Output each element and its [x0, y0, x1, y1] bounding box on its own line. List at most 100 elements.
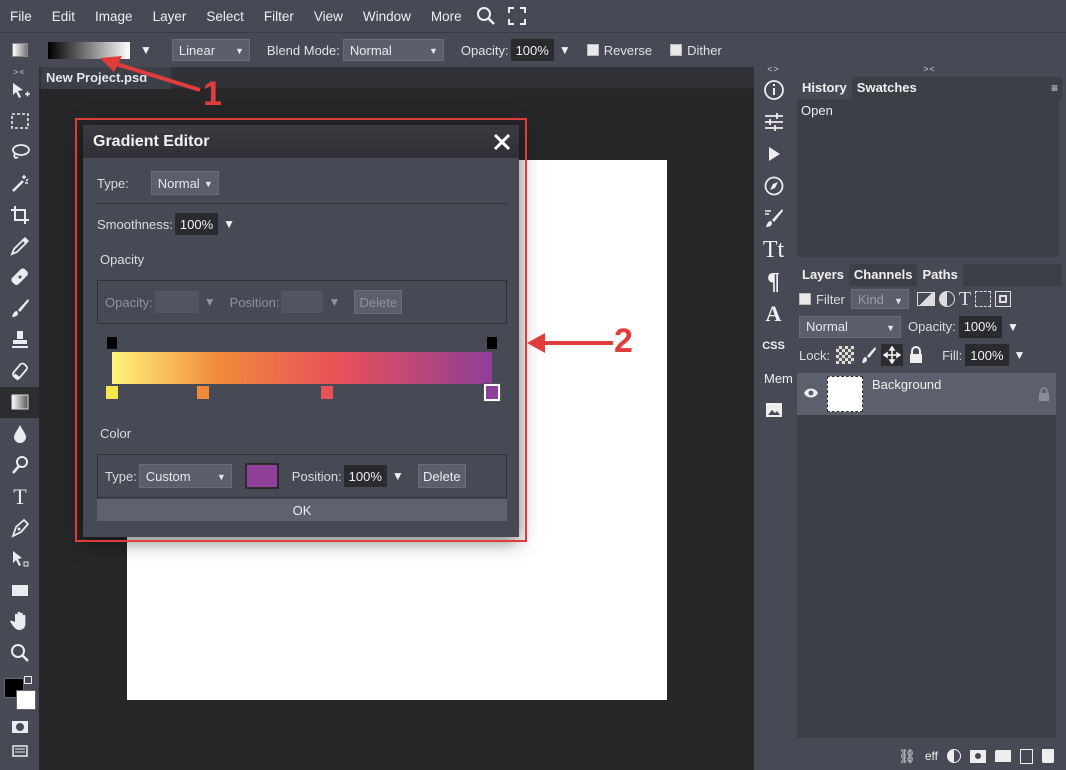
- move-tool-icon[interactable]: [0, 77, 39, 105]
- menu-file[interactable]: File: [0, 9, 42, 24]
- menu-more[interactable]: More: [421, 9, 472, 24]
- menu-filter[interactable]: Filter: [254, 9, 304, 24]
- crop-tool-icon[interactable]: [0, 199, 39, 230]
- adjustment-layer-icon[interactable]: [947, 749, 961, 763]
- mem-label: Mem: [764, 370, 793, 386]
- eyedropper-tool-icon[interactable]: [0, 230, 39, 261]
- glyphs-icon[interactable]: A: [754, 298, 793, 330]
- quick-mask-icon[interactable]: [0, 714, 39, 740]
- eraser-tool-icon[interactable]: [0, 355, 39, 386]
- layer-name[interactable]: Background: [872, 377, 941, 392]
- opacity-dropdown-icon[interactable]: ▼: [559, 43, 571, 57]
- filter-image-icon[interactable]: [916, 292, 935, 306]
- history-list: Open: [797, 99, 1062, 257]
- paragraph-icon[interactable]: ¶: [754, 266, 793, 298]
- color-swatches[interactable]: [0, 668, 39, 714]
- css-panel-icon[interactable]: CSS: [754, 330, 793, 362]
- filter-type-icon[interactable]: T: [959, 288, 971, 311]
- menu-window[interactable]: Window: [353, 9, 421, 24]
- blend-mode-select[interactable]: Normal ▼: [342, 39, 444, 61]
- filter-adjust-icon[interactable]: [938, 291, 955, 307]
- layers-footer: ⛓ eff: [797, 742, 1062, 770]
- css-label: CSS: [762, 340, 785, 352]
- blend-mode-label: Blend Mode:: [266, 42, 340, 58]
- hand-tool-icon[interactable]: [0, 606, 39, 637]
- toolbar-collapse-icon[interactable]: ><: [0, 67, 39, 77]
- layer-opacity-input[interactable]: 100%: [958, 315, 1002, 338]
- lock-paint-icon[interactable]: [859, 346, 877, 364]
- menu-image[interactable]: Image: [85, 9, 143, 24]
- layer-mask-icon[interactable]: [970, 749, 986, 763]
- search-icon[interactable]: [476, 6, 496, 26]
- play-actions-icon[interactable]: [754, 138, 793, 170]
- tab-paths[interactable]: Paths: [917, 264, 963, 286]
- brush-settings-icon[interactable]: [754, 202, 793, 234]
- dither-checkbox[interactable]: [670, 44, 683, 56]
- layers-lock-row: Lock: Fill: 100% ▼: [797, 341, 1062, 369]
- filter-smart-icon[interactable]: [995, 291, 1012, 307]
- magic-wand-tool-icon[interactable]: [0, 168, 39, 199]
- background-color-swatch[interactable]: [16, 690, 36, 711]
- shape-tool-icon[interactable]: [0, 574, 39, 605]
- zoom-tool-icon[interactable]: [0, 637, 39, 668]
- new-group-icon[interactable]: [995, 750, 1011, 762]
- layer-row-background[interactable]: Background: [797, 373, 1056, 415]
- lock-position-icon[interactable]: [881, 344, 904, 366]
- history-item[interactable]: Open: [797, 99, 1059, 122]
- fullscreen-icon[interactable]: [507, 7, 526, 25]
- tab-history[interactable]: History: [797, 77, 852, 99]
- panel-collapse-icon[interactable]: <>: [754, 64, 793, 74]
- reverse-label: Reverse: [603, 42, 653, 58]
- layer-opacity-dropdown-icon[interactable]: ▼: [1007, 320, 1019, 334]
- link-layers-icon[interactable]: ⛓: [898, 748, 916, 765]
- lock-transparency-icon[interactable]: [836, 346, 855, 364]
- kind-select[interactable]: Kind ▼: [850, 289, 909, 309]
- filter-shape-icon[interactable]: [975, 291, 992, 307]
- menu-select[interactable]: Select: [196, 9, 254, 24]
- layer-fill-dropdown-icon[interactable]: ▼: [1014, 348, 1026, 362]
- gradient-tool-icon[interactable]: [0, 386, 39, 418]
- pen-tool-icon[interactable]: [0, 512, 39, 543]
- navigator-icon[interactable]: [754, 170, 793, 202]
- text-tool-icon[interactable]: T: [0, 481, 39, 512]
- opacity-input[interactable]: 100%: [510, 39, 554, 61]
- adjustments-icon[interactable]: [754, 106, 793, 138]
- opacity-label: Opacity:: [460, 42, 509, 58]
- character-icon[interactable]: Tt: [754, 234, 793, 266]
- eye-icon[interactable]: [803, 387, 819, 399]
- svg-text:T: T: [13, 485, 27, 507]
- marquee-tool-icon[interactable]: [0, 105, 39, 136]
- image-panel-icon[interactable]: [754, 394, 793, 426]
- path-select-tool-icon[interactable]: [0, 543, 39, 574]
- delete-layer-icon[interactable]: [1042, 749, 1054, 763]
- tab-swatches[interactable]: Swatches: [852, 77, 922, 99]
- memory-panel-icon[interactable]: Mem: [754, 362, 793, 394]
- layers-list: Background: [797, 373, 1062, 738]
- dodge-tool-icon[interactable]: [0, 449, 39, 480]
- effects-label[interactable]: eff: [925, 749, 938, 763]
- new-layer-icon[interactable]: [1020, 748, 1033, 764]
- panel-menu-icon[interactable]: ≡: [1051, 81, 1058, 95]
- lock-all-icon[interactable]: [908, 346, 924, 364]
- screen-mode-icon[interactable]: [0, 740, 39, 762]
- reverse-checkbox[interactable]: [586, 44, 599, 56]
- stamp-tool-icon[interactable]: [0, 324, 39, 355]
- tab-layers[interactable]: Layers: [797, 264, 849, 286]
- healing-brush-tool-icon[interactable]: [0, 261, 39, 292]
- menu-edit[interactable]: Edit: [42, 9, 85, 24]
- swap-colors-icon[interactable]: [24, 676, 32, 685]
- tab-channels[interactable]: Channels: [849, 264, 918, 286]
- annotation-arrow-2: [527, 333, 613, 353]
- right-panel-collapse-icon[interactable]: ><: [793, 64, 1066, 74]
- layer-fill-input[interactable]: 100%: [965, 344, 1009, 366]
- lasso-tool-icon[interactable]: [0, 136, 39, 167]
- menu-layer[interactable]: Layer: [143, 9, 197, 24]
- menu-view[interactable]: View: [304, 9, 353, 24]
- annotation-number-2: 2: [614, 322, 633, 360]
- info-icon[interactable]: [754, 74, 793, 106]
- blur-tool-icon[interactable]: [0, 418, 39, 449]
- layer-blend-select[interactable]: Normal ▼: [799, 315, 901, 338]
- filter-label: Filter: [816, 291, 845, 307]
- filter-checkbox[interactable]: [799, 293, 811, 305]
- brush-tool-icon[interactable]: [0, 293, 39, 324]
